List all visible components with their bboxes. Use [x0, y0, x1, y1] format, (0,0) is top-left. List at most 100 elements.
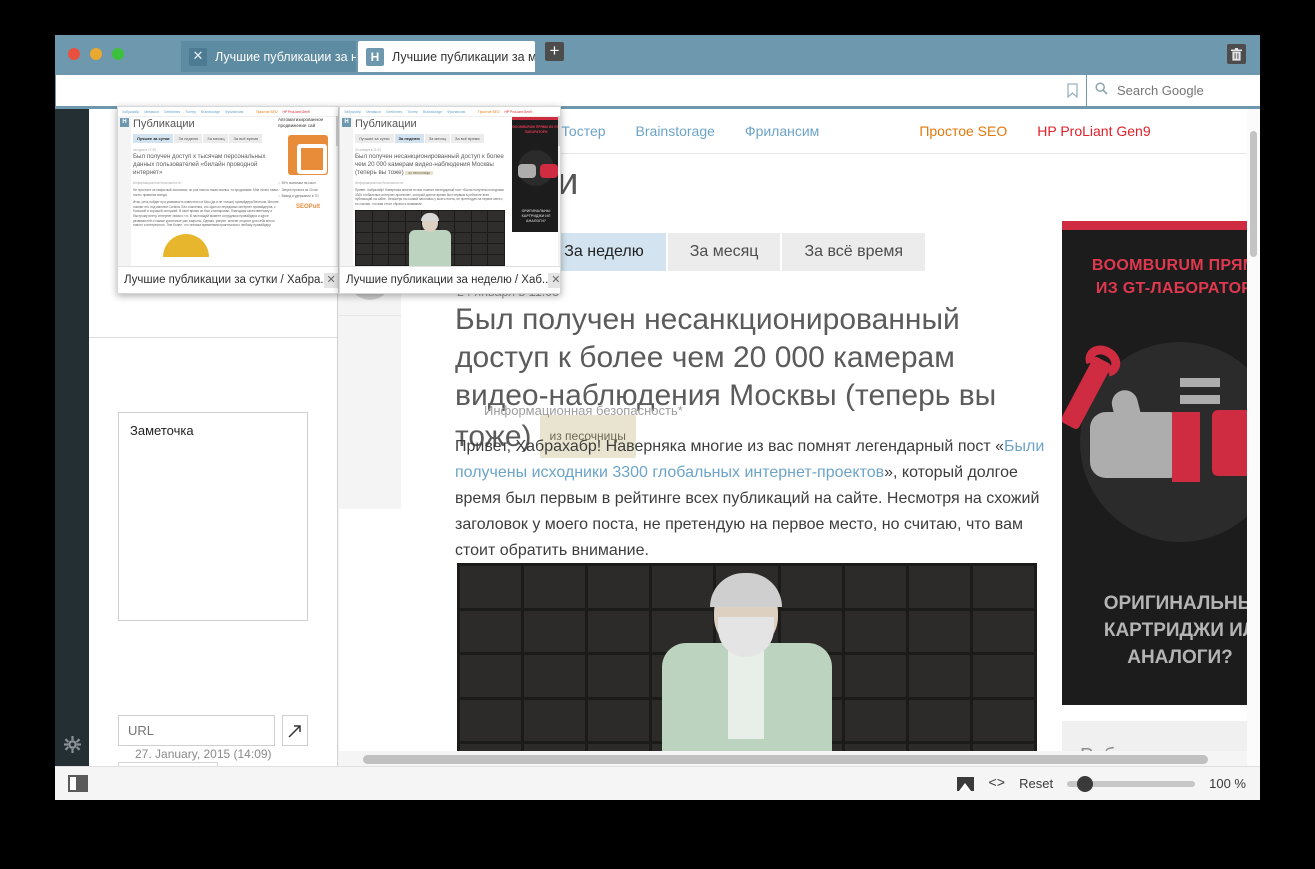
- post-body: Привет, Хабрахабр! Наверняка многие из в…: [455, 434, 1053, 564]
- tab-preview-caption: Лучшие публикации за неделю / Хаб..: [346, 274, 549, 286]
- tab-active[interactable]: ✕ Лучшие публикации за не: [181, 41, 356, 72]
- nav-link-prostoe-seo[interactable]: Простое SEO: [919, 123, 1007, 139]
- gear-icon[interactable]: [64, 736, 81, 753]
- filter-tab-all[interactable]: За всё время: [782, 233, 926, 271]
- ad-headline: BOOMBURUM ПРЯМИ ИЗ GT-ЛАБОРАТОРИ: [1062, 254, 1260, 300]
- scrollbar-thumb[interactable]: [1250, 131, 1257, 257]
- tab-preview-caption-row: Лучшие публикации за сутки / Хабра. ✕: [118, 266, 338, 293]
- favicon-icon: H: [366, 47, 384, 66]
- mini-ad-bullet: Вывод и удержание в ТО: [278, 194, 338, 198]
- post-body-before: Привет, Хабрахабр! Наверняка многие из в…: [455, 438, 1005, 455]
- search-icon: [1095, 81, 1108, 100]
- zoom-window-button[interactable]: [112, 48, 124, 60]
- person-figure: [658, 573, 836, 767]
- red-cartridge-shape: [1172, 412, 1200, 482]
- search-box[interactable]: [1086, 75, 1260, 106]
- nav-link-toster[interactable]: Тостер: [561, 123, 605, 139]
- sidebar-toggle-icon[interactable]: [68, 775, 88, 792]
- tab-preview-caption: Лучшие публикации за сутки / Хабра.: [124, 274, 324, 286]
- tab-preview-day[interactable]: Хабрахабр Мегамозг Geektimes Тостер Brainsto…: [117, 106, 339, 294]
- window-traffic-lights: [68, 48, 124, 60]
- close-window-button[interactable]: [68, 48, 80, 60]
- close-icon[interactable]: ✕: [548, 272, 560, 288]
- mini-filter-day: Лучшее за сутки: [133, 134, 174, 143]
- status-bar-controls: <> Reset 100 %: [957, 775, 1246, 792]
- mini-ad-headline: BOOMBURUM ПРЯМИ ИЗ GT-ЛАБОРАТОРИ: [512, 125, 560, 134]
- mini-filter-all: За всё время: [450, 134, 484, 143]
- address-bar-row: [55, 72, 1260, 109]
- nav-link-freelansim[interactable]: Фрилансим: [745, 123, 819, 139]
- mini-ad-title: Автоматизированное продвижение сай: [278, 117, 324, 128]
- status-bar: <> Reset 100 %: [55, 766, 1260, 800]
- grey-hand-shape: [1090, 412, 1176, 478]
- zoom-slider[interactable]: [1067, 775, 1196, 792]
- post-hub[interactable]: Информационная безопасность*: [484, 403, 683, 418]
- nav-link-brainstorage[interactable]: Brainstorage: [636, 123, 715, 139]
- mini-site-nav: Хабрахабр Мегамозг Geektimes Тостер Brainsto…: [118, 107, 338, 117]
- minimize-window-button[interactable]: [90, 48, 102, 60]
- hp-banner-ad[interactable]: BOOMBURUM ПРЯМИ ИЗ GT-ЛАБОРАТОРИ ОРИГИНА…: [1062, 221, 1260, 705]
- search-input[interactable]: [1115, 82, 1260, 99]
- ad-footline: ОРИГИНАЛЬНЫ КАРТРИДЖИ ИЛ АНАЛОГИ?: [1062, 590, 1260, 671]
- filter-tab-month[interactable]: За месяц: [667, 233, 781, 271]
- code-icon[interactable]: <>: [988, 776, 1005, 792]
- new-tab-button[interactable]: +: [545, 42, 564, 61]
- page-horizontal-scrollbar[interactable]: [339, 751, 1247, 767]
- mini-ad-image: [288, 135, 328, 175]
- tab-inactive[interactable]: H Лучшие публикации за ме: [358, 41, 535, 72]
- mini-filter-month: За месяц: [424, 134, 450, 143]
- close-icon[interactable]: ✕: [323, 272, 338, 288]
- ad-headline-line2: ИЗ GT-ЛАБОРАТОРИ: [1095, 280, 1260, 297]
- post-title-text: Был получен несанкционированный доступ к…: [455, 303, 997, 453]
- mini-ad-bullet: 50% экономии на ссыл: [278, 181, 338, 185]
- mini-site-logo: H: [120, 118, 129, 127]
- mini-hp-banner: BOOMBURUM ПРЯМИ ИЗ GT-ЛАБОРАТОРИ ОРИГИНА…: [512, 117, 560, 232]
- mini-site-nav: Хабрахабр Мегамозг Geektimes Тостер Brainsto…: [340, 107, 560, 117]
- post-image: [457, 563, 1037, 767]
- note-timestamp: 27. January, 2015 (14:09): [135, 747, 272, 761]
- mini-post-image: [355, 210, 505, 267]
- zoom-level: 100 %: [1209, 776, 1246, 791]
- mini-filter-week: За неделю: [394, 134, 424, 143]
- screenshot-root: ✕ Лучшие публикации за не H Лучшие публи…: [0, 0, 1315, 869]
- mini-post-p2: Итак, речь пойдет про уязвимость известн…: [133, 200, 279, 228]
- page-vertical-scrollbar[interactable]: [1247, 109, 1260, 767]
- mini-ad-bullet: Запуск проекта за 10 ми: [278, 188, 338, 192]
- url-input[interactable]: [118, 715, 275, 746]
- browser-window: ✕ Лучшие публикации за не H Лучшие публи…: [55, 35, 1260, 800]
- image-icon[interactable]: [957, 776, 975, 791]
- reset-button[interactable]: Reset: [1019, 776, 1053, 791]
- mini-post-p1: Не простите за пафосный заголовок, но ра…: [133, 188, 279, 197]
- mini-scrollbar: [558, 116, 560, 267]
- ad-footline-line3: АНАЛОГИ?: [1127, 647, 1233, 668]
- ad-footline-line2: КАРТРИДЖИ ИЛ: [1103, 620, 1257, 641]
- mini-ad-brand: SEOPult: [295, 204, 320, 210]
- note-text-field[interactable]: Заметочка: [118, 412, 308, 621]
- tab-title: Лучшие публикации за не: [215, 49, 356, 64]
- mini-filter-week: За неделю: [174, 134, 203, 143]
- mini-site-logo: H: [342, 118, 351, 127]
- mini-ad-footline: ОРИГИНАЛЬНЫ КАРТРИДЖИ ИЛ АНАЛОГИ?: [521, 209, 551, 223]
- mini-sidebar-ad: BOOMBURUM ПРЯМИ ИЗ GT-ЛАБОРАТОРИ ОРИГИНА…: [512, 117, 560, 232]
- mini-filter-day: Лучшие за сутки: [355, 134, 394, 143]
- sidebar-ad-column: BOOMBURUM ПРЯМИ ИЗ GT-ЛАБОРАТОРИ ОРИГИНА…: [1062, 221, 1260, 767]
- tab-title: Лучшие публикации за ме: [392, 49, 535, 64]
- external-link-icon[interactable]: [282, 715, 308, 746]
- note-url-row: [118, 715, 308, 746]
- nav-link-hp-proliant[interactable]: HP ProLiant Gen9: [1037, 123, 1150, 139]
- mini-post-title: Был получен несанкционированный доступ к…: [355, 153, 505, 177]
- close-icon[interactable]: ✕: [189, 47, 207, 66]
- bookmark-icon[interactable]: [1057, 75, 1087, 106]
- tab-preview-week[interactable]: Хабрахабр Мегамозг Geektimes Тостер Brainsto…: [339, 106, 561, 294]
- zoom-slider-knob[interactable]: [1077, 775, 1094, 792]
- address-bar[interactable]: [56, 75, 1057, 106]
- mini-post-p1: Привет, Хабрахабр! Наверняка многие из в…: [355, 188, 504, 206]
- ad-headline-line1: BOOMBURUM ПРЯМИ: [1091, 257, 1260, 274]
- mini-filter-all: За всё время: [229, 134, 263, 143]
- mini-post-image: [163, 233, 209, 257]
- trash-icon[interactable]: [1227, 44, 1246, 64]
- mini-sandbox-badge: из песочницы: [405, 171, 433, 175]
- scrollbar-thumb[interactable]: [363, 755, 1208, 764]
- mini-sidebar-ad: Автоматизированное продвижение сай 50% э…: [278, 117, 338, 210]
- equals-icon: [1180, 378, 1220, 404]
